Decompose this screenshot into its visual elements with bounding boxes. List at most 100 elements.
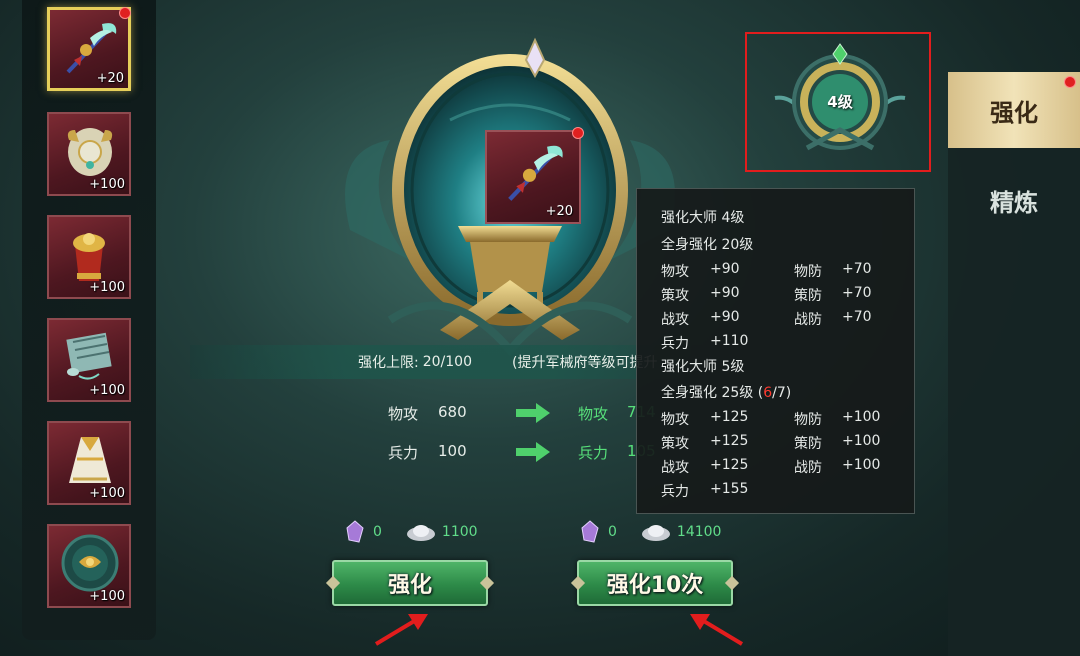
stat-value: +155 xyxy=(710,481,749,497)
stat-name: 物防 xyxy=(794,264,822,280)
selected-item-display: +20 xyxy=(485,127,584,224)
stat-name: 策攻 xyxy=(661,288,689,304)
halberd-icon xyxy=(66,23,117,74)
purple-gem-icon xyxy=(581,520,599,543)
stat-value: +125 xyxy=(710,409,749,425)
progress-current: 6 xyxy=(763,385,773,401)
purple-gem-icon xyxy=(346,520,364,543)
stat-name: 策防 xyxy=(794,288,822,304)
cost-ten: 0 14100 xyxy=(580,520,721,544)
master-tooltip: 强化大师 4级 全身强化 20级 物攻 +90 物防 +70 策攻 +90 策防… xyxy=(636,188,915,514)
stat-value: +125 xyxy=(710,433,749,449)
stat-row-attack: 物攻 680 物攻 714 xyxy=(0,403,700,425)
stat-name: 物攻 xyxy=(661,412,689,428)
arrow-right-icon xyxy=(516,442,550,462)
gem-cost: 0 xyxy=(608,524,617,540)
stat-name: 战攻 xyxy=(661,312,689,328)
scroll-icon xyxy=(66,332,112,380)
button-ornament xyxy=(570,575,586,591)
stat-name: 物攻 xyxy=(661,264,689,280)
bracer-icon xyxy=(73,233,105,281)
stat-row-troops: 兵力 100 兵力 105 xyxy=(0,442,700,464)
stat-name: 策防 xyxy=(794,436,822,452)
requirement-text: 全身强化 25级 xyxy=(661,385,754,401)
equip-slot-bracer[interactable]: +100 xyxy=(47,215,131,299)
master-level-emblem[interactable]: 4级 xyxy=(745,32,931,172)
button-ornament xyxy=(479,575,495,591)
stat-current: 100 xyxy=(438,442,467,460)
stat-value: +70 xyxy=(842,261,872,277)
stat-value: +110 xyxy=(710,333,749,349)
stat-name: 策攻 xyxy=(661,436,689,452)
silver-cost: 1100 xyxy=(441,524,478,540)
equip-level: +100 xyxy=(89,177,125,192)
equip-slot-armor[interactable]: +100 xyxy=(47,112,131,196)
stat-name: 兵力 xyxy=(661,484,689,500)
stat-name: 战防 xyxy=(794,460,822,476)
stat-value: +100 xyxy=(842,457,881,473)
tab-refine[interactable]: 精炼 xyxy=(948,162,1080,238)
silver-ingot-icon xyxy=(406,525,435,541)
stat-value: +100 xyxy=(842,409,881,425)
master5-requirement: 全身强化 25级 (6/7) xyxy=(661,382,791,402)
stat-value: +90 xyxy=(710,261,740,277)
stat-value: +100 xyxy=(842,433,881,449)
stat-name: 兵力 xyxy=(661,336,689,352)
annotation-arrow-icon xyxy=(374,614,428,646)
stat-value: +125 xyxy=(710,457,749,473)
cost-single: 0 1100 xyxy=(345,520,478,544)
stat-name: 物攻 xyxy=(388,405,419,423)
equip-level: +100 xyxy=(89,486,125,501)
equip-level: +20 xyxy=(96,71,124,86)
tab-label: 精炼 xyxy=(990,188,1038,217)
tab-label: 强化 xyxy=(990,98,1038,127)
button-ornament xyxy=(724,575,740,591)
stat-next-name: 物攻 xyxy=(578,405,609,423)
equip-slot-weapon[interactable]: +20 xyxy=(47,7,131,91)
stat-current: 680 xyxy=(438,403,467,421)
tab-enhance[interactable]: 强化 xyxy=(948,72,1080,148)
stat-next-name: 兵力 xyxy=(578,444,609,462)
annotation-arrow-icon xyxy=(690,614,744,646)
gem-cost: 0 xyxy=(373,524,382,540)
equip-level: +100 xyxy=(89,280,125,295)
progress-total: /7 xyxy=(772,385,786,401)
stat-value: +90 xyxy=(710,309,740,325)
alert-dot xyxy=(1064,76,1076,88)
equip-level: +100 xyxy=(89,383,125,398)
enhance-button-label: 强化 xyxy=(387,573,432,598)
equip-slot-scroll[interactable]: +100 xyxy=(47,318,131,402)
enhance-button[interactable]: 强化 xyxy=(325,560,495,606)
stat-value: +70 xyxy=(842,285,872,301)
stat-value: +90 xyxy=(710,285,740,301)
halberd-icon xyxy=(508,145,563,201)
silver-cost: 14100 xyxy=(676,524,722,540)
button-ornament xyxy=(325,575,341,591)
master4-requirement: 全身强化 20级 xyxy=(661,237,754,253)
stat-name: 兵力 xyxy=(388,444,419,462)
enhance-cap-bar: 强化上限: 20/100 (提升军械府等级可提升 xyxy=(190,345,710,379)
stat-value: +70 xyxy=(842,309,872,325)
stat-name: 物防 xyxy=(794,412,822,428)
cap-value: 20/100 xyxy=(422,354,472,370)
requirement-progress: (6/7) xyxy=(757,385,792,401)
silver-ingot-icon xyxy=(641,525,670,541)
equip-slot-shield[interactable]: +100 xyxy=(47,524,131,608)
stat-name: 战防 xyxy=(794,312,822,328)
equip-level: +100 xyxy=(89,589,125,604)
master5-title: 强化大师 5级 xyxy=(661,359,745,375)
alert-dot xyxy=(119,7,131,19)
selected-item-level: +20 xyxy=(545,204,573,219)
master4-title: 强化大师 4级 xyxy=(661,210,745,226)
round-shield-icon xyxy=(61,534,119,592)
master-level-text: 4级 xyxy=(827,93,853,111)
arrow-right-icon xyxy=(516,403,550,423)
alert-dot xyxy=(572,127,584,139)
enhance-10-button[interactable]: 强化10次 xyxy=(570,560,740,606)
stat-name: 战攻 xyxy=(661,460,689,476)
armor-icon xyxy=(67,128,113,176)
cap-label: 强化上限: xyxy=(358,355,419,371)
equipment-sidebar: +20 +100 +100 +100 +100 +100 xyxy=(22,0,156,640)
enhance-10-button-label: 强化10次 xyxy=(606,573,704,598)
right-tab-panel: 强化 精炼 xyxy=(948,72,1080,656)
